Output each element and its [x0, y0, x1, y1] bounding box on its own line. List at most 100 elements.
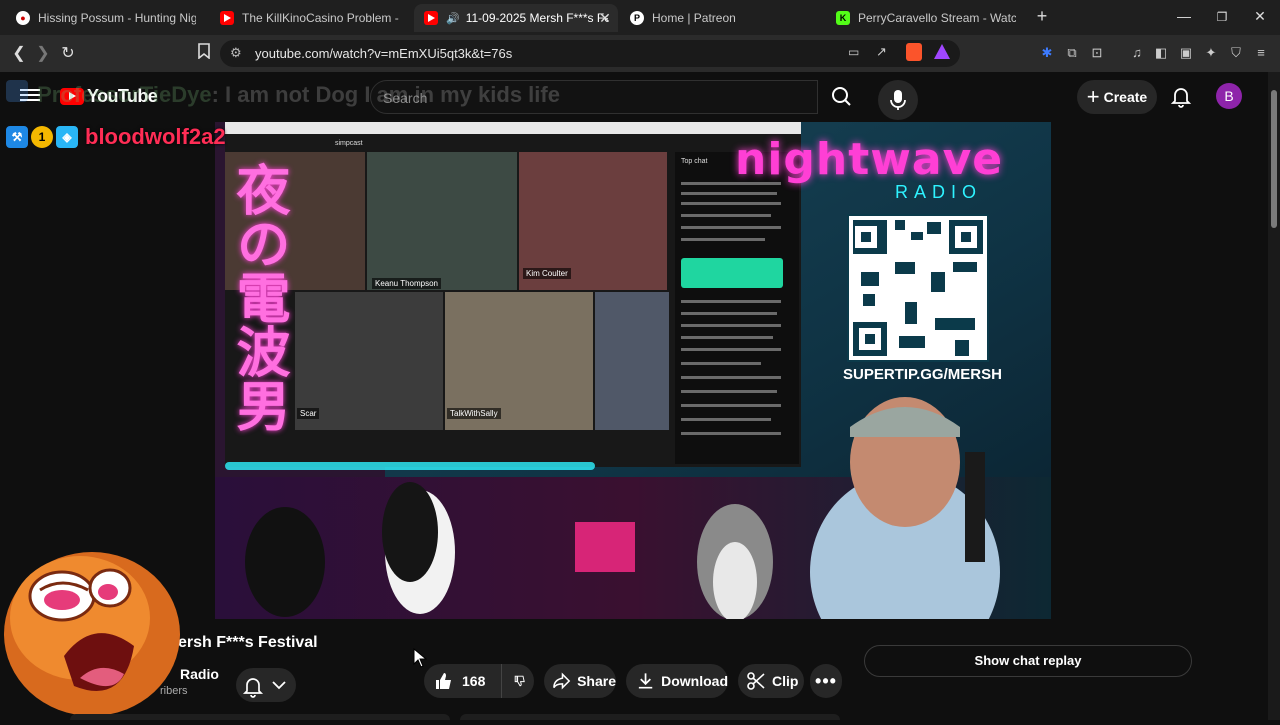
thumbs-up-icon — [436, 673, 451, 689]
address-bar[interactable]: ⚙ youtube.com/watch?v=mEmXUi5qt3k&t=76s … — [220, 40, 960, 67]
forward-icon[interactable]: ❯ — [32, 43, 54, 65]
share-page-icon[interactable]: ↗ — [876, 44, 887, 60]
tab-title: Home | Patreon — [652, 11, 736, 25]
youtube-page: YouTube Search + Create B nightwave RADI… — [0, 72, 1280, 720]
tab-patreon[interactable]: P Home | Patreon — [620, 4, 820, 32]
url-text[interactable]: youtube.com/watch?v=mEmXUi5qt3k&t=76s — [255, 46, 512, 61]
account-avatar[interactable]: B — [1216, 83, 1242, 109]
download-label: Download — [661, 673, 728, 689]
inner-app-label: simpcast — [335, 140, 363, 147]
tab-perrycaravello[interactable]: K PerryCaravello Stream - Watch Live o — [826, 4, 1026, 32]
mic-icon — [890, 90, 906, 110]
kick-favicon-icon: K — [836, 11, 850, 25]
possum-favicon-icon: ● — [16, 11, 30, 25]
mouse-cursor-icon — [413, 647, 428, 673]
video-player[interactable]: nightwave RADIO SUPERTIP.GG/MERSH 夜の電波男 … — [215, 122, 1051, 619]
browser-toolbar: ❮ ❯ ↻ ⚙ youtube.com/watch?v=mEmXUi5qt3k&… — [0, 35, 1280, 72]
clip-label: Clip — [772, 673, 799, 689]
inner-chat-header: Top chat — [681, 158, 708, 165]
wallet-icon[interactable]: ▣ — [1178, 45, 1194, 61]
download-icon — [638, 673, 653, 689]
vpn-icon[interactable]: ⛉ — [1228, 45, 1244, 61]
station-subtitle: RADIO — [895, 182, 983, 202]
site-info-icon[interactable]: ⚙ — [230, 45, 242, 61]
bookmark-icon[interactable] — [193, 43, 215, 65]
close-window-icon[interactable]: ✕ — [1250, 8, 1270, 25]
search-icon — [832, 87, 851, 106]
participant-label: Scar — [297, 408, 320, 419]
participant-label: TalkWithSally — [447, 408, 501, 419]
tab-title: Hissing Possum - Hunting Niggers in — [38, 11, 196, 25]
chat-badge-icon — [6, 80, 28, 102]
bell-chevron-icon — [242, 678, 286, 698]
media-icon[interactable]: ♫ — [1129, 45, 1145, 61]
sword-badge-icon: ⚒ — [6, 126, 28, 148]
show-chat-replay-button[interactable]: Show chat replay — [864, 645, 1192, 677]
more-dots-icon: ••• — [815, 671, 837, 691]
vertical-neon-text: 夜の電波男 — [227, 162, 290, 432]
chat-overlay-line1: ProfessorTieDye: I am not Dog I am in my… — [6, 80, 560, 108]
create-button[interactable]: + Create — [1077, 80, 1157, 114]
clip-button[interactable]: Clip — [738, 664, 804, 698]
overlay-emote-image — [0, 538, 185, 720]
bell-icon — [1170, 88, 1192, 108]
menu-icon[interactable]: ≡ — [1253, 45, 1269, 61]
share-label: Share — [577, 673, 616, 689]
tab-title: PerryCaravello Stream - Watch Live o — [858, 11, 1016, 25]
chat-username: ProfessorTieDye — [37, 82, 212, 107]
leo-ai-icon[interactable]: ✦ — [1203, 45, 1219, 61]
like-button[interactable]: 168 — [424, 664, 502, 698]
close-tab-icon[interactable]: ✕ — [598, 11, 612, 25]
maximize-icon[interactable]: ❐ — [1212, 10, 1232, 24]
participant-label: Kim Coulter — [523, 268, 571, 279]
search-button[interactable] — [818, 80, 866, 114]
new-tab-icon[interactable]: + — [1032, 6, 1052, 27]
page-scrollbar[interactable] — [1268, 72, 1280, 720]
channel-name[interactable]: Radio — [180, 666, 219, 682]
gift-badge-icon: 1 — [31, 126, 53, 148]
youtube-favicon-icon — [424, 11, 438, 25]
create-label: Create — [1103, 89, 1148, 105]
extensions-puzzle-icon[interactable]: ⧉ — [1064, 45, 1080, 61]
scrollbar-thumb[interactable] — [1271, 90, 1277, 228]
chat-username: bloodwolf2a2 — [85, 124, 226, 149]
notifications-button[interactable] — [1169, 84, 1193, 108]
tab-killkinocasino[interactable]: The KillKinoCasino Problem - YouTub — [210, 4, 410, 32]
plus-icon: + — [1086, 84, 1100, 109]
notification-settings-button[interactable] — [236, 668, 296, 702]
screenshot-icon[interactable]: ⊡ — [1089, 45, 1105, 61]
sidebar-icon[interactable]: ◧ — [1153, 45, 1169, 61]
supertip-url: SUPERTIP.GG/MERSH — [843, 366, 1002, 383]
dislike-button[interactable] — [502, 664, 534, 698]
scissors-icon — [747, 672, 765, 690]
extension-icon[interactable]: ✱ — [1039, 45, 1055, 61]
station-title: nightwave — [735, 134, 1004, 185]
share-icon — [553, 672, 571, 690]
minimize-icon[interactable]: — — [1174, 8, 1194, 24]
more-actions-button[interactable]: ••• — [810, 664, 842, 698]
browser-tab-bar: ● Hissing Possum - Hunting Niggers in Th… — [0, 0, 1280, 35]
chat-overlay-line2: ⚒ 1 ◈ bloodwolf2a2 — [6, 124, 226, 150]
bottom-panel-edge — [70, 712, 840, 720]
reload-icon[interactable]: ↻ — [57, 43, 79, 65]
tab-title: 11-09-2025 Mersh F***s Festi — [465, 11, 608, 25]
video-title: ersh F***s Festival — [178, 634, 318, 651]
cast-icon[interactable]: ▭ — [848, 45, 859, 59]
tab-mersh-festival[interactable]: 🔊 11-09-2025 Mersh F***s Festi ✕ — [414, 4, 618, 32]
brave-shields-icon[interactable] — [906, 43, 922, 61]
brave-rewards-icon[interactable] — [934, 44, 950, 59]
share-button[interactable]: Share — [544, 664, 616, 698]
like-count: 168 — [462, 673, 486, 689]
thumbs-down-icon — [514, 675, 525, 687]
audio-playing-icon[interactable]: 🔊 — [446, 12, 460, 25]
like-dislike-group: 168 — [424, 664, 534, 698]
participant-label: Keanu Thompson — [372, 278, 442, 289]
patreon-favicon-icon: P — [630, 11, 644, 25]
back-icon[interactable]: ❮ — [8, 43, 30, 65]
sub-badge-icon: ◈ — [56, 126, 78, 148]
voice-search-button[interactable] — [878, 80, 918, 120]
tab-hissing-possum[interactable]: ● Hissing Possum - Hunting Niggers in — [6, 4, 206, 32]
youtube-favicon-icon — [220, 11, 234, 25]
chat-message: : I am not Dog I am in my kids life — [211, 82, 560, 107]
download-button[interactable]: Download — [626, 664, 728, 698]
